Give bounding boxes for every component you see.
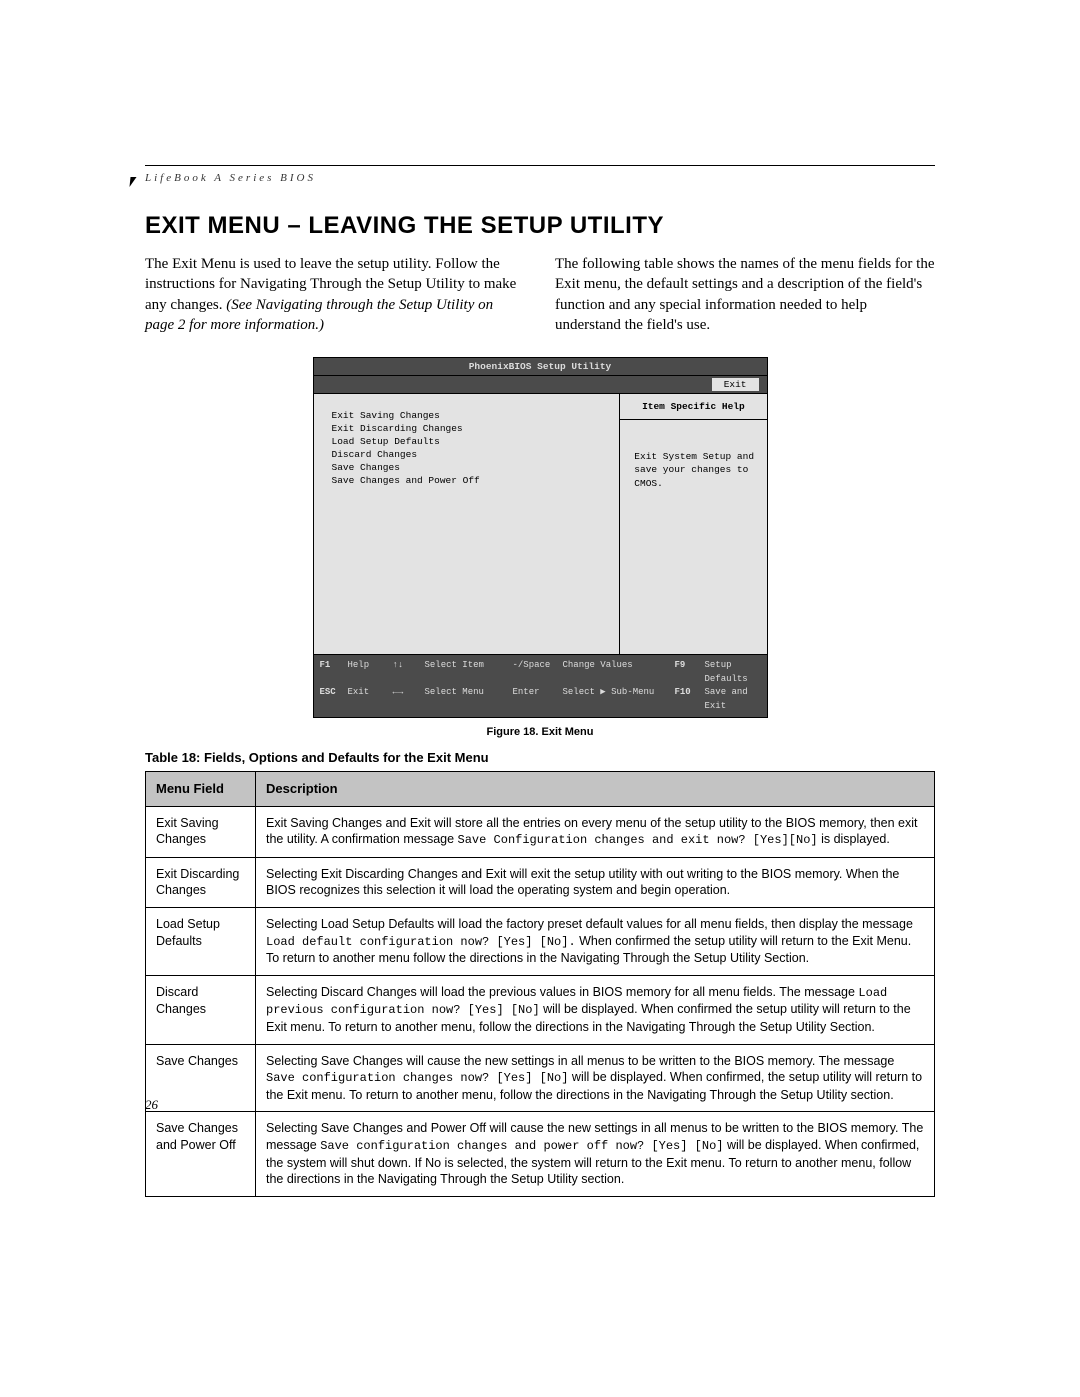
bios-key-label: Change Values <box>563 659 675 686</box>
bios-key: -/Space <box>513 659 563 686</box>
cell-menu-field: Save Changes <box>146 1044 256 1112</box>
intro-col2-text: The following table shows the names of t… <box>555 254 935 335</box>
cell-description: Selecting Discard Changes will load the … <box>256 976 935 1044</box>
page-number: 26 <box>145 1097 158 1113</box>
table-row: Save Changes and Power OffSelecting Save… <box>146 1112 935 1197</box>
bios-key-label: Select Item <box>425 659 513 686</box>
col-header-description: Description <box>256 772 935 807</box>
page-title: EXIT MENU – LEAVING THE SETUP UTILITY <box>145 212 935 240</box>
bios-key-label: Select ▶ Sub-Menu <box>563 686 675 713</box>
cell-description: Exit Saving Changes and Exit will store … <box>256 806 935 857</box>
intro-columns: The Exit Menu is used to leave the setup… <box>145 254 935 335</box>
cell-menu-field: Exit Discarding Changes <box>146 857 256 908</box>
cell-menu-field: Discard Changes <box>146 976 256 1044</box>
bios-footer: F1 Help ↑↓ Select Item -/Space Change Va… <box>314 654 767 717</box>
running-head: LifeBook A Series BIOS <box>145 172 935 184</box>
header-marker-icon <box>129 177 136 187</box>
bios-menu-list: Exit Saving Changes Exit Discarding Chan… <box>314 394 621 654</box>
figure-caption: Figure 18. Exit Menu <box>145 726 935 738</box>
bios-key-label: Help <box>348 659 393 686</box>
bios-key-label: Save and Exit <box>705 686 761 713</box>
bios-key-label: Exit <box>348 686 393 713</box>
bios-help-text: Exit System Setup and save your changes … <box>620 420 766 500</box>
bios-key: F10 <box>675 686 705 713</box>
bios-menu-item: Discard Changes <box>332 449 610 460</box>
bios-menu-item: Save Changes and Power Off <box>332 475 610 486</box>
table-caption: Table 18: Fields, Options and Defaults f… <box>145 750 935 765</box>
bios-key: ESC <box>320 686 348 713</box>
bios-key: ↑↓ <box>393 659 425 686</box>
cell-menu-field: Exit Saving Changes <box>146 806 256 857</box>
cell-menu-field: Save Changes and Power Off <box>146 1112 256 1197</box>
table-row: Save ChangesSelecting Save Changes will … <box>146 1044 935 1112</box>
bios-key: Enter <box>513 686 563 713</box>
table-row: Exit Discarding ChangesSelecting Exit Di… <box>146 857 935 908</box>
bios-menu-item: Exit Saving Changes <box>332 410 610 421</box>
table-row: Exit Saving ChangesExit Saving Changes a… <box>146 806 935 857</box>
bios-key-label: Select Menu <box>425 686 513 713</box>
cell-description: Selecting Save Changes will cause the ne… <box>256 1044 935 1112</box>
bios-help-title: Item Specific Help <box>620 394 766 420</box>
bios-key: F9 <box>675 659 705 686</box>
bios-key-label: Setup Defaults <box>705 659 761 686</box>
bios-tab-exit: Exit <box>712 378 759 391</box>
cell-menu-field: Load Setup Defaults <box>146 908 256 976</box>
bios-key: ←→ <box>393 686 425 713</box>
col-header-menu-field: Menu Field <box>146 772 256 807</box>
bios-menu-item: Load Setup Defaults <box>332 436 610 447</box>
bios-menu-item: Exit Discarding Changes <box>332 423 610 434</box>
bios-screenshot: PhoenixBIOS Setup Utility Exit Exit Savi… <box>313 357 768 718</box>
cell-description: Selecting Exit Discarding Changes and Ex… <box>256 857 935 908</box>
bios-key: F1 <box>320 659 348 686</box>
table-row: Load Setup DefaultsSelecting Load Setup … <box>146 908 935 976</box>
bios-menu-item: Save Changes <box>332 462 610 473</box>
bios-window-title: PhoenixBIOS Setup Utility <box>314 358 767 376</box>
cell-description: Selecting Save Changes and Power Off wil… <box>256 1112 935 1197</box>
bios-tab-bar: Exit <box>314 376 767 394</box>
table-row: Discard ChangesSelecting Discard Changes… <box>146 976 935 1044</box>
cell-description: Selecting Load Setup Defaults will load … <box>256 908 935 976</box>
fields-table: Menu Field Description Exit Saving Chang… <box>145 771 935 1197</box>
